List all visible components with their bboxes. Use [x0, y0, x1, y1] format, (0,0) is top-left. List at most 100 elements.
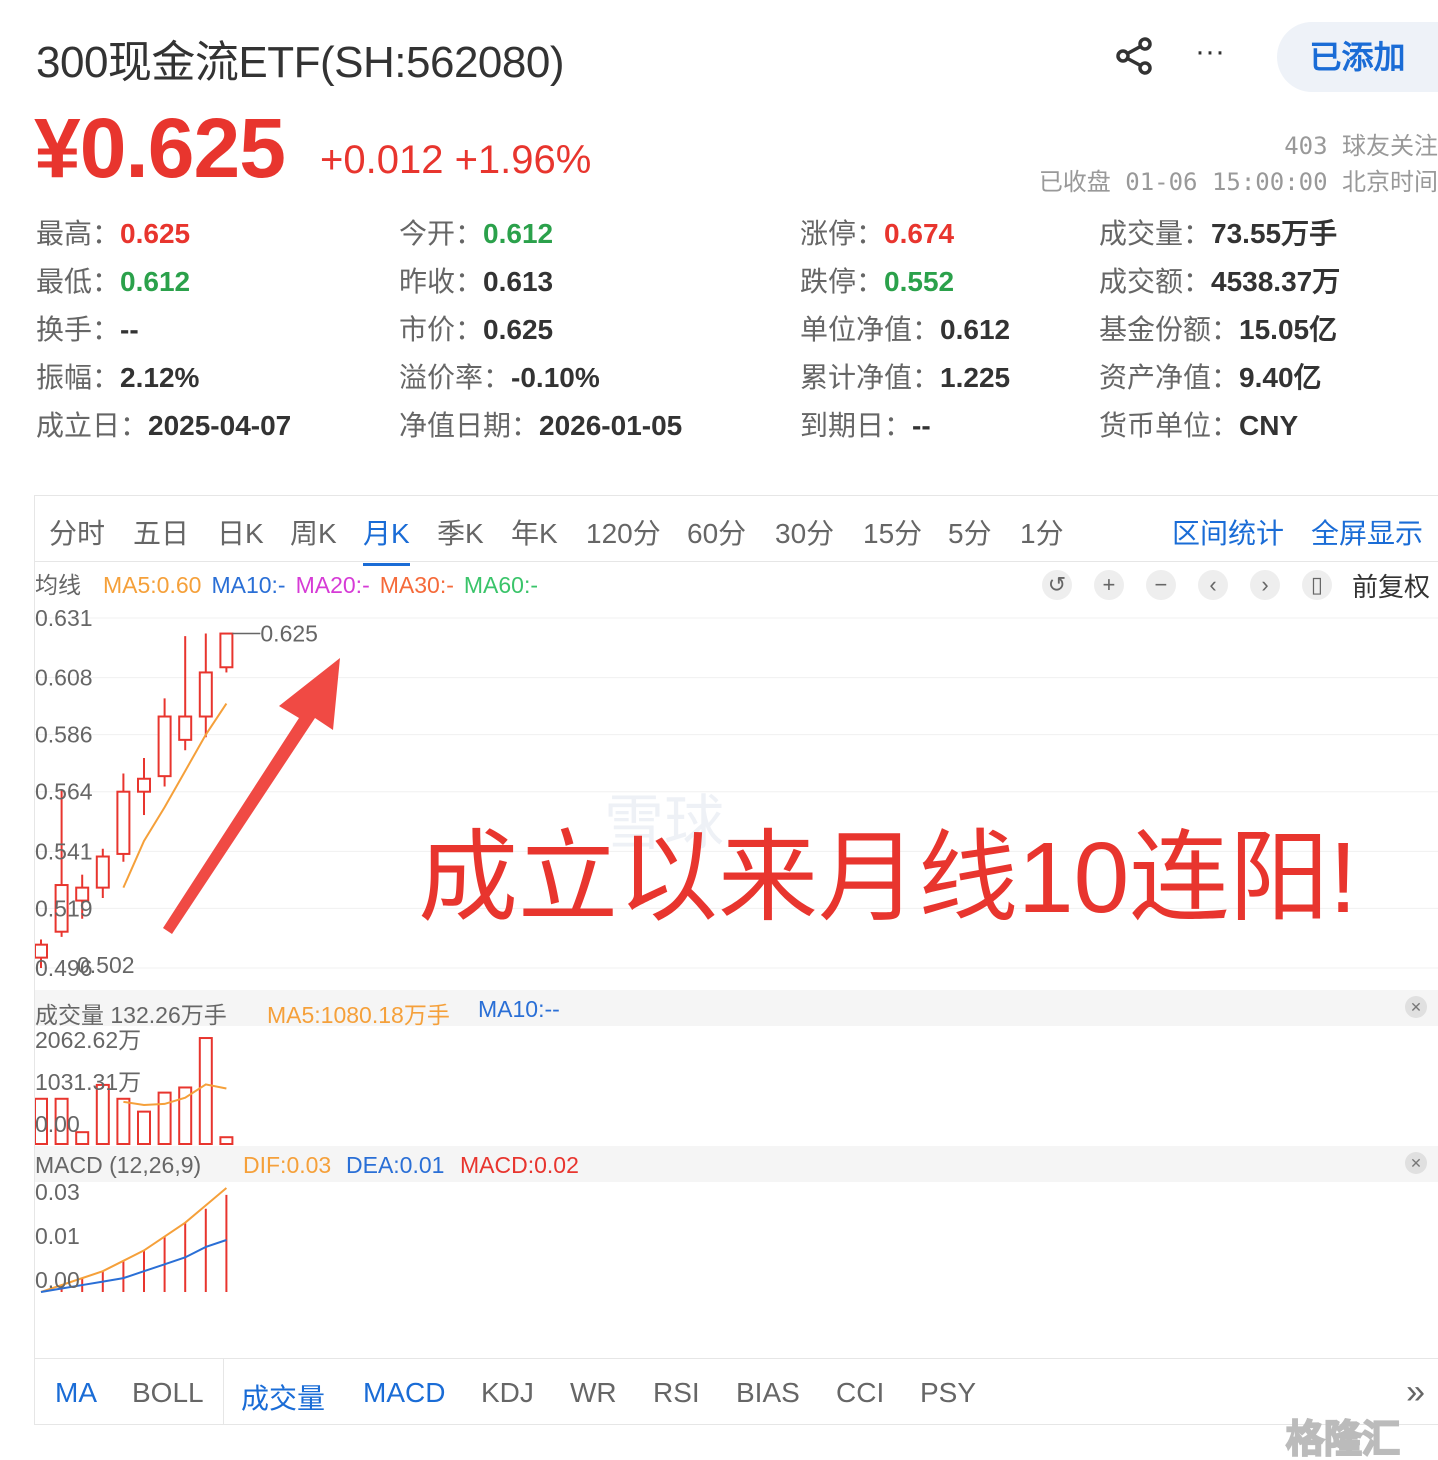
stat-item: 跌停：0.552	[800, 260, 954, 300]
current-price: ¥0.625	[34, 101, 286, 195]
tab-period[interactable]: 年K	[511, 512, 558, 552]
tab-period[interactable]: 5分	[948, 512, 992, 552]
fullscreen-link[interactable]: 全屏显示	[1311, 512, 1423, 552]
macd-dea: DEA:0.01	[346, 1152, 445, 1178]
range-stats-link[interactable]: 区间统计	[1172, 512, 1284, 552]
ma-legend-item: MA10:-	[211, 572, 286, 598]
stat-value: --	[912, 410, 931, 441]
stat-item: 单位净值：0.612	[800, 308, 1010, 348]
candle-body	[137, 777, 151, 793]
candle-body	[116, 790, 131, 855]
tab-period[interactable]: 月K	[363, 512, 410, 566]
tab-indicator[interactable]: WR	[570, 1377, 617, 1409]
volume-bar	[137, 1110, 151, 1145]
macd-y-label: 0.00	[35, 1267, 80, 1293]
tab-indicator[interactable]: BIAS	[736, 1377, 800, 1409]
tab-indicator[interactable]: MA	[55, 1377, 97, 1409]
volume-bar	[198, 1037, 213, 1146]
volume-ma5: MA5:1080.18万手	[267, 1002, 450, 1028]
y-axis-label: 0.608	[35, 665, 93, 691]
macd-chart: 0.03 0.01 0.00	[35, 1182, 228, 1293]
followed-button[interactable]: 已添加	[1277, 22, 1438, 92]
stats-grid: 最高：0.625 今开：0.612 涨停：0.674 成交量：73.55万手最低： 0.…	[36, 212, 1436, 452]
tab-period[interactable]: 分时	[49, 512, 105, 552]
tab-period[interactable]: 五日	[133, 512, 189, 552]
price-change: +0.012 +1.96%	[320, 138, 592, 182]
stat-label: 振幅：	[36, 362, 121, 393]
chevron-double-right-icon[interactable]: »	[1406, 1373, 1425, 1412]
tab-period[interactable]: 120分	[586, 512, 661, 552]
ma-label: 均线	[35, 572, 81, 598]
stat-label: 单位净值：	[800, 314, 941, 345]
stat-value: 4538.37万	[1211, 266, 1341, 297]
stat-item: 涨停：0.674	[800, 212, 954, 252]
close-volume-icon[interactable]: ✕	[1405, 996, 1427, 1018]
tab-period[interactable]: 日K	[217, 512, 264, 552]
close-macd-icon[interactable]: ✕	[1405, 1152, 1427, 1174]
arrow-annotation	[163, 658, 340, 934]
stat-label: 换手：	[36, 314, 121, 345]
volume-chart: 2062.62万 1031.31万 0.00	[35, 1027, 234, 1146]
tab-period[interactable]: 1分	[1020, 512, 1064, 552]
stat-label: 货币单位：	[1099, 410, 1240, 441]
macd-y-label: 0.01	[35, 1223, 80, 1249]
volume-header: 成交量 132.26万手 MA5:1080.18万手 MA10:-- ✕	[35, 990, 1438, 1028]
stat-item: 累计净值：1.225	[800, 356, 1010, 396]
stat-value: 0.613	[483, 266, 554, 297]
tab-indicator[interactable]: RSI	[653, 1377, 700, 1409]
stat-label: 基金份额：	[1099, 314, 1240, 345]
stat-item: 货币单位：CNY	[1099, 404, 1298, 444]
tab-period[interactable]: 季K	[437, 512, 484, 552]
tab-period[interactable]: 15分	[863, 512, 922, 552]
followers-count: 403 球友关注	[1284, 132, 1438, 160]
stat-label: 最高：	[36, 218, 121, 249]
y-axis-label: 0.631	[35, 605, 93, 631]
stat-value: 1.225	[940, 362, 1011, 393]
tab-indicator[interactable]: PSY	[920, 1377, 976, 1409]
stat-label: 跌停：	[800, 266, 885, 297]
volume-ma10: MA10:--	[478, 996, 560, 1022]
chart-panel: 分时 五日 日K 周K 月K 季K 年K 120分 60分 30分 15分 5分 1分 区间统计 全屏显示 …	[34, 495, 1438, 1425]
volume-bar	[219, 1136, 234, 1145]
stat-item: 到期日：--	[800, 404, 931, 444]
tab-period[interactable]: 周K	[290, 512, 337, 552]
indicator-tabs: » MA BOLL 成交量 MACD KDJ WR RSI BIAS CCI PSY	[35, 1358, 1438, 1425]
tab-period[interactable]: 30分	[775, 512, 834, 552]
volume-bar	[157, 1091, 172, 1145]
tab-indicator[interactable]: BOLL	[132, 1377, 204, 1409]
annotation-text: 成立以来月线10连阳!	[418, 822, 1358, 934]
tab-period[interactable]: 60分	[687, 512, 746, 552]
volume-y-label: 1031.31万	[35, 1069, 141, 1095]
stat-value: 2.12%	[120, 362, 200, 393]
macd-header: MACD (12,26,9) DIF:0.03 DEA:0.01 MACD:0.…	[35, 1146, 1438, 1182]
ma-legend-item: MA30:-	[379, 572, 454, 598]
stat-item: 振幅：2.12%	[36, 356, 199, 396]
header: 300现金流ETF(SH:562080) ··· 已添加	[0, 0, 1438, 100]
y-axis-label: 0.541	[35, 838, 93, 864]
macd-value: MACD:0.02	[460, 1152, 579, 1178]
stat-label: 最低：	[36, 266, 121, 297]
y-axis-label: 0.564	[35, 779, 93, 805]
macd-title: MACD (12,26,9)	[35, 1152, 202, 1178]
stat-label: 成交量：	[1099, 218, 1212, 249]
page-title: 300现金流ETF(SH:562080)	[36, 38, 565, 87]
volume-title: 成交量 132.26万手	[35, 1002, 227, 1028]
stat-label: 溢价率：	[399, 362, 512, 393]
stat-item: 成交量：73.55万手	[1099, 212, 1337, 252]
tab-indicator[interactable]: CCI	[836, 1377, 884, 1409]
tab-indicator[interactable]: KDJ	[481, 1377, 534, 1409]
stat-value: --	[120, 314, 139, 345]
stat-item: 今开：0.612	[399, 212, 553, 252]
ma-legend-item: MA5:0.60	[103, 572, 202, 598]
stat-item: 成交额：4538.37万	[1099, 260, 1340, 300]
ma-legend-item: MA60:-	[463, 572, 539, 598]
tab-indicator[interactable]: MACD	[363, 1377, 445, 1409]
tab-indicator[interactable]: 成交量	[241, 1377, 325, 1417]
stat-label: 昨收：	[399, 266, 484, 297]
more-icon[interactable]: ···	[1192, 36, 1228, 76]
stat-label: 到期日：	[800, 410, 913, 441]
stat-value: 0.625	[120, 218, 191, 249]
market-status: 已收盘 01-06 15:00:00 北京时间	[1038, 168, 1438, 196]
share-icon[interactable]	[1115, 36, 1155, 76]
low-price-label: 0.502	[77, 952, 135, 978]
